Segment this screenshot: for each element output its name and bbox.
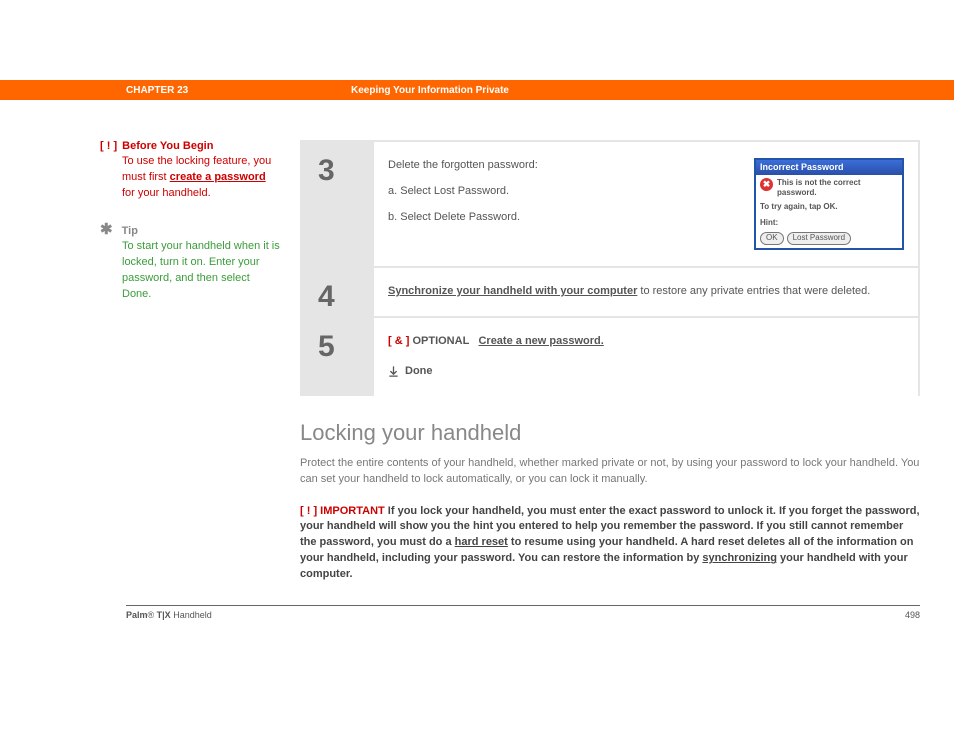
text: to restore any private entries that were… xyxy=(637,285,870,297)
section-title: Locking your handheld xyxy=(300,420,920,446)
ok-button[interactable]: OK xyxy=(760,232,784,244)
down-arrow-icon xyxy=(388,366,399,377)
before-you-begin-body: To use the locking feature, you must fir… xyxy=(122,154,280,202)
tip-body: To start your handheld when it is locked… xyxy=(122,239,280,303)
chapter-label: CHAPTER 23 xyxy=(126,85,351,96)
step-3: 3 Delete the forgotten password: a. Sele… xyxy=(302,142,918,266)
optional-marker: [ & ] xyxy=(388,335,409,347)
page-footer: Palm® T|X Handheld 498 xyxy=(126,605,920,638)
step-number: 4 xyxy=(318,280,335,314)
step-number-cell: 3 xyxy=(302,142,374,266)
important-block: [ ! ] IMPORTANT If you lock your handhel… xyxy=(300,504,920,584)
before-you-begin-block: [ ! ] Before You Begin To use the lockin… xyxy=(100,140,280,202)
lost-password-button[interactable]: Lost Password xyxy=(787,232,851,244)
steps-container: 3 Delete the forgotten password: a. Sele… xyxy=(300,140,920,396)
step-5: 5 [ & ] OPTIONAL Create a new password. … xyxy=(302,318,918,396)
create-new-password-link[interactable]: Create a new password. xyxy=(478,335,603,347)
content-area: [ ! ] Before You Begin To use the lockin… xyxy=(0,100,954,583)
optional-label: OPTIONAL xyxy=(412,335,469,347)
step-number: 3 xyxy=(318,154,335,188)
chapter-header-bar: CHAPTER 23 Keeping Your Information Priv… xyxy=(0,80,954,100)
dialog-title-bar: Incorrect Password xyxy=(756,160,902,175)
brand-name: Palm xyxy=(126,610,148,620)
model: T|X xyxy=(154,610,171,620)
step-number-cell: 5 xyxy=(302,318,374,396)
create-password-link[interactable]: create a password xyxy=(170,171,266,183)
step-3-body: Delete the forgotten password: a. Select… xyxy=(374,142,918,266)
synchronize-link[interactable]: Synchronize your handheld with your comp… xyxy=(388,285,637,297)
asterisk-icon: ✱ xyxy=(100,221,113,238)
section-body: Protect the entire contents of your hand… xyxy=(300,456,920,488)
step-3a: a. Select Lost Password. xyxy=(388,184,740,200)
hard-reset-link[interactable]: hard reset xyxy=(455,536,508,548)
error-icon: ✖ xyxy=(760,178,773,191)
chapter-title: Keeping Your Information Private xyxy=(351,85,509,96)
step-3-text: Delete the forgotten password: a. Select… xyxy=(388,158,740,250)
suffix: Handheld xyxy=(171,610,212,620)
page: CHAPTER 23 Keeping Your Information Priv… xyxy=(0,0,954,638)
dialog-buttons: OK Lost Password xyxy=(760,232,898,244)
incorrect-password-dialog: Incorrect Password ✖ This is not the cor… xyxy=(754,158,904,250)
page-number: 498 xyxy=(905,610,920,620)
step-4: 4 Synchronize your handheld with your co… xyxy=(302,268,918,316)
done-label: Done xyxy=(405,364,433,380)
top-margin xyxy=(0,0,954,80)
step-3b: b. Select Delete Password. xyxy=(388,210,740,226)
main-column: 3 Delete the forgotten password: a. Sele… xyxy=(300,140,920,583)
step-5-body: [ & ] OPTIONAL Create a new password. Do… xyxy=(374,318,918,396)
dialog-hint-label: Hint: xyxy=(760,217,898,229)
important-label: IMPORTANT xyxy=(320,505,385,517)
step-number: 5 xyxy=(318,330,335,364)
sidebar: [ ! ] Before You Begin To use the lockin… xyxy=(100,140,300,583)
text: for your handheld. xyxy=(122,187,211,199)
alert-icon: [ ! ] xyxy=(100,140,117,152)
tip-block: ✱ Tip To start your handheld when it is … xyxy=(100,222,280,303)
step-3-lead: Delete the forgotten password: xyxy=(388,158,740,174)
dialog-message: This is not the correct password. xyxy=(777,178,898,197)
dialog-retry-text: To try again, tap OK. xyxy=(760,201,898,213)
alert-icon: [ ! ] xyxy=(300,505,317,517)
step-number-cell: 4 xyxy=(302,268,374,316)
synchronizing-link[interactable]: synchronizing xyxy=(702,552,777,564)
tip-title: Tip xyxy=(122,225,138,237)
before-you-begin-title: Before You Begin xyxy=(122,140,213,152)
footer-brand: Palm® T|X Handheld xyxy=(126,610,212,620)
step-4-body: Synchronize your handheld with your comp… xyxy=(374,268,918,316)
dialog-body: ✖ This is not the correct password. To t… xyxy=(756,175,902,248)
done-row: Done xyxy=(388,364,904,380)
